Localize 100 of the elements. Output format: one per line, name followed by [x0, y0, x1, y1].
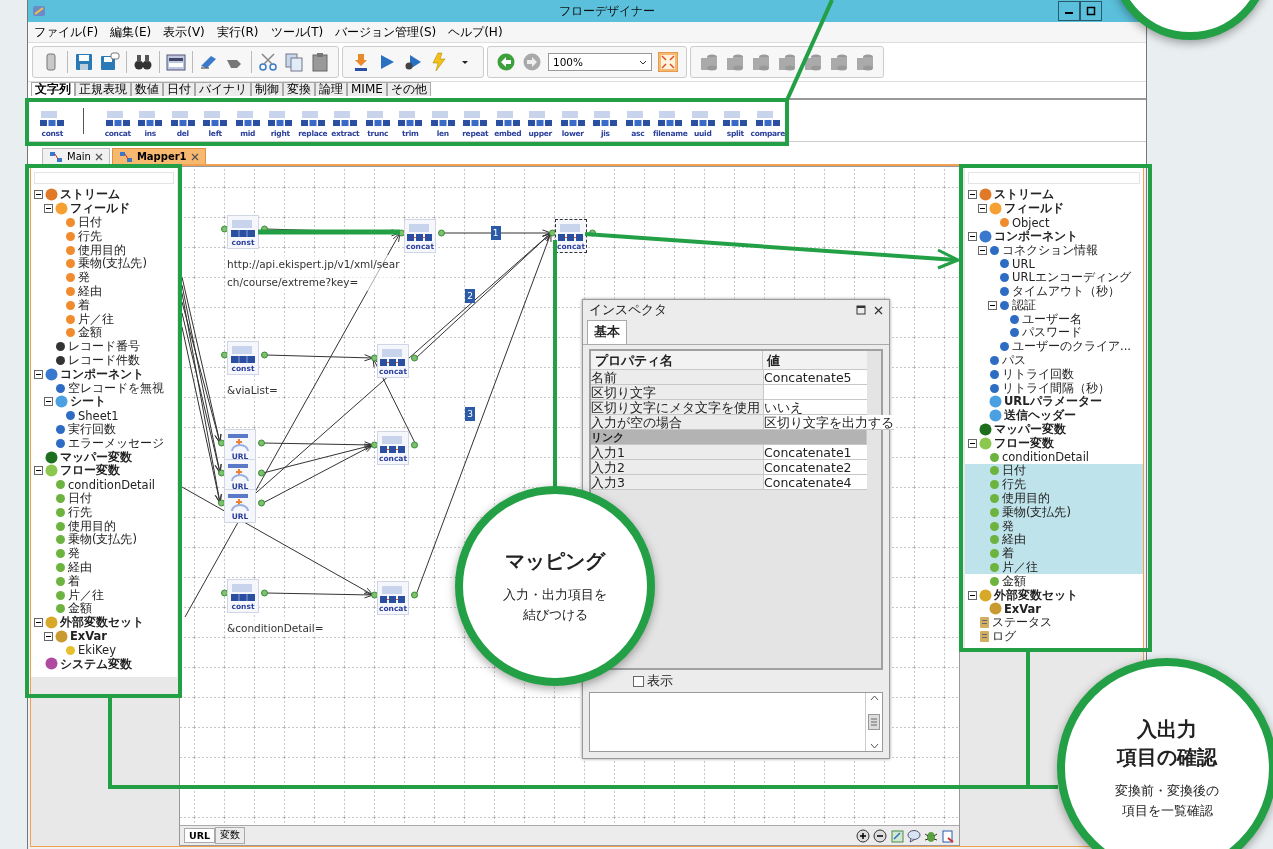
minimize-button[interactable] [1058, 1, 1080, 21]
tree-row[interactable]: URLパラメーター [965, 394, 1143, 409]
tab[interactable]: バイナリ [195, 82, 251, 96]
tree-row[interactable]: 送信ヘッダー [965, 408, 1143, 423]
collapse-icon[interactable] [34, 466, 43, 476]
tree-row[interactable]: パスワード [965, 325, 1143, 340]
document-tab[interactable]: Mapper1 [111, 148, 206, 164]
filter-field[interactable] [34, 172, 174, 184]
menu-item[interactable]: 実行(R) [216, 23, 259, 41]
zoom-out-icon[interactable] [873, 828, 887, 843]
property-value[interactable]: いいえ [764, 400, 867, 415]
back-icon[interactable] [496, 52, 516, 72]
tree-row[interactable]: 乗物(支払先) [965, 505, 1143, 520]
tree-row[interactable]: タイムアウト（秒） [965, 284, 1143, 299]
tree-row[interactable]: 金額 [965, 574, 1143, 589]
tree-row[interactable]: Object [965, 215, 1143, 230]
copy-icon[interactable] [284, 52, 304, 72]
tree-row[interactable]: conditionDetail [965, 450, 1143, 464]
tree-row[interactable]: URLエンコーディング [965, 270, 1143, 285]
tree-row[interactable]: 発 [965, 519, 1143, 533]
export-icon[interactable] [941, 828, 955, 843]
document-tab[interactable]: Main [42, 148, 110, 164]
menu-item[interactable]: バージョン管理(S) [335, 23, 437, 41]
tree-row[interactable]: コンポーネント [965, 229, 1143, 244]
database-icon[interactable] [751, 52, 771, 72]
note-icon[interactable] [890, 828, 904, 843]
menu-item[interactable]: ファイル(F) [34, 23, 99, 41]
tree-row[interactable]: リトライ回数 [965, 367, 1143, 382]
tree-row[interactable]: マッパー変数 [965, 422, 1143, 437]
tree-row[interactable]: ステータス [965, 615, 1143, 630]
collapse-icon[interactable] [978, 204, 987, 214]
tab[interactable]: 変換 [283, 82, 315, 96]
collapse-icon[interactable] [34, 190, 43, 200]
port-icon[interactable] [218, 499, 225, 507]
menu-item[interactable]: ヘルプ(H) [448, 23, 503, 41]
property-value[interactable]: Concatenate5 [764, 370, 867, 385]
collapse-icon[interactable] [988, 300, 997, 310]
save-icon[interactable] [74, 52, 94, 72]
database-icon[interactable] [777, 52, 797, 72]
save-as-icon[interactable] [100, 52, 120, 72]
tree-row[interactable]: ユーザーのクライア... [965, 339, 1143, 354]
tree-row[interactable]: フロー変数 [965, 436, 1143, 451]
tree-row[interactable]: リトライ間隔（秒） [965, 381, 1143, 395]
database-icon[interactable] [803, 52, 823, 72]
scissors-icon[interactable] [258, 52, 278, 72]
tree-row[interactable]: 日付 [965, 463, 1143, 478]
tree-row[interactable]: URL [965, 257, 1143, 271]
tab[interactable]: その他 [386, 82, 431, 96]
tab[interactable]: 日付 [163, 82, 195, 96]
tree-row[interactable]: 認証 [965, 298, 1143, 313]
menu-item[interactable]: 表示(V) [163, 23, 205, 41]
collapse-icon[interactable] [34, 369, 43, 379]
tab[interactable]: URL [184, 828, 216, 843]
port-icon[interactable] [218, 439, 225, 447]
tree-row[interactable]: ユーザー名 [965, 312, 1143, 326]
database-icon[interactable] [699, 52, 719, 72]
maximize-button[interactable] [1080, 1, 1102, 21]
tree-row[interactable]: パス [965, 353, 1143, 368]
tab[interactable]: 正規表現 [75, 82, 131, 96]
debug-icon[interactable] [403, 52, 423, 72]
checkbox[interactable] [633, 675, 644, 687]
database-icon[interactable] [829, 52, 849, 72]
tab[interactable]: 基本 [587, 320, 627, 344]
tab[interactable]: 制御 [251, 82, 283, 96]
collapse-icon[interactable] [978, 245, 987, 255]
port-icon[interactable] [218, 469, 225, 477]
tab[interactable]: 変数 [215, 827, 246, 844]
close-icon[interactable] [874, 305, 883, 315]
scroll-down-icon[interactable] [869, 743, 879, 749]
zoom-in-icon[interactable] [856, 828, 870, 843]
close-icon[interactable] [94, 152, 103, 161]
form-icon[interactable] [166, 52, 186, 72]
tree-row[interactable]: 外部変数セット [965, 588, 1143, 602]
tree-row[interactable]: ログ [965, 629, 1143, 644]
filter-field[interactable] [968, 172, 1140, 184]
database-icon[interactable] [725, 52, 745, 72]
collapse-icon[interactable] [44, 397, 53, 407]
tree-row[interactable]: ExVar [965, 601, 1143, 616]
scroll-up-icon[interactable] [869, 695, 879, 701]
tree-row[interactable]: ストリーム [965, 188, 1143, 202]
menu-item[interactable]: ツール(T) [270, 23, 324, 41]
property-value[interactable]: Concatenate2 [764, 460, 867, 475]
collapse-icon[interactable] [968, 190, 977, 200]
tree-row[interactable]: コネクション情報 [965, 243, 1143, 257]
property-value[interactable]: 区切り文字を出力する [764, 415, 894, 430]
binoculars-icon[interactable] [133, 52, 153, 72]
zoom-dropdown[interactable]: 100% [548, 53, 652, 71]
collapse-icon[interactable] [968, 590, 977, 600]
tab[interactable]: 論理 [315, 82, 347, 96]
collapse-icon[interactable] [968, 231, 977, 241]
port-icon[interactable] [549, 229, 556, 237]
paste-icon[interactable] [310, 52, 330, 72]
text-area[interactable] [589, 692, 883, 752]
restore-icon[interactable] [856, 305, 866, 315]
menu-item[interactable]: 編集(E) [110, 23, 152, 41]
collapse-icon[interactable] [44, 631, 53, 641]
tab[interactable]: MIME [347, 82, 387, 96]
tree-row[interactable]: フィールド [965, 201, 1143, 216]
collapse-icon[interactable] [34, 618, 43, 628]
database-icon[interactable] [855, 52, 875, 72]
